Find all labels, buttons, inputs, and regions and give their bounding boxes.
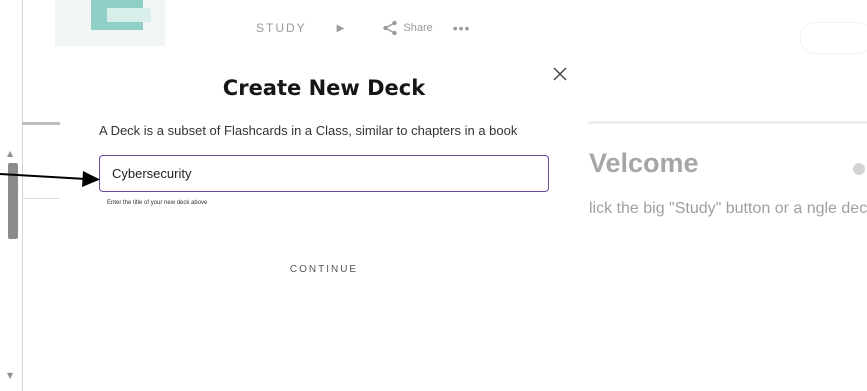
background-tab-underline [588, 121, 867, 124]
thumbnail-shape [107, 8, 151, 22]
background-faint-button [800, 22, 867, 54]
scroll-up-arrow-icon[interactable]: ▲ [7, 150, 13, 158]
annotation-arrow-icon [0, 171, 100, 187]
modal-description: A Deck is a subset of Flashcards in a Cl… [99, 123, 518, 138]
background-faint-icon [853, 163, 865, 175]
input-hint: Enter the title of your new deck above [107, 200, 208, 206]
study-button: STUDY [256, 21, 307, 35]
more-icon: ••• [452, 20, 471, 36]
background-toolbar: STUDY ▶ Share ••• [256, 20, 470, 36]
screen: ▲ ▼ STUDY ▶ Share ••• Velcome lick the b… [0, 0, 867, 391]
scroll-down-arrow-icon[interactable]: ▼ [7, 372, 13, 380]
play-icon: ▶ [336, 22, 345, 34]
modal-title: Create New Deck [222, 76, 426, 100]
background-divider [22, 198, 60, 199]
class-thumbnail [55, 0, 165, 46]
background-divider [22, 122, 60, 125]
share-label: Share [403, 22, 433, 34]
deck-title-input[interactable] [99, 155, 549, 192]
welcome-heading: Velcome [589, 148, 699, 178]
share-icon [383, 20, 398, 36]
welcome-body: lick the big "Study" button or a ngle de… [589, 200, 867, 217]
continue-button[interactable]: CONTINUE [224, 257, 424, 281]
create-deck-modal: Create New Deck A Deck is a subset of Fl… [60, 52, 588, 391]
